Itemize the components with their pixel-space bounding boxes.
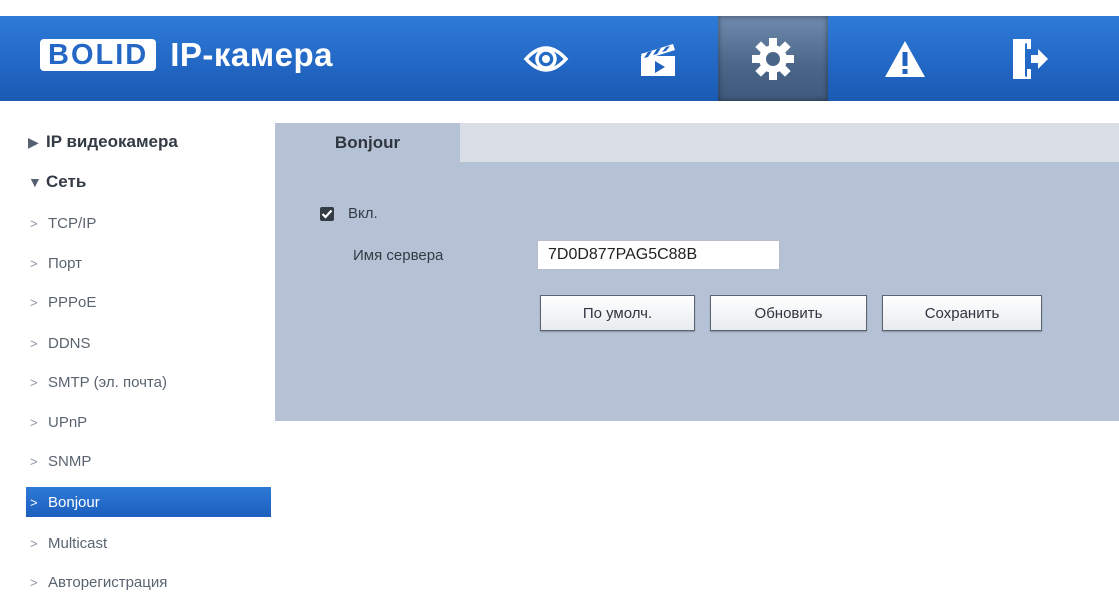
chevron-right-icon: > bbox=[30, 414, 38, 430]
enable-checkbox[interactable]: Вкл. bbox=[320, 205, 378, 222]
main-content: Bonjour Вкл. Имя сервера По умолч. Обнов… bbox=[273, 101, 1119, 599]
chevron-right-icon: > bbox=[30, 453, 38, 469]
clapperboard-icon bbox=[641, 43, 675, 76]
refresh-button[interactable]: Обновить bbox=[710, 295, 867, 331]
chevron-right-icon: > bbox=[30, 215, 38, 231]
settings-panel: Вкл. Имя сервера По умолч. Обновить Сохр… bbox=[275, 162, 1119, 421]
chevron-right-icon: > bbox=[30, 374, 38, 390]
sidebar-item-label: SMTP (эл. почта) bbox=[48, 373, 167, 391]
enable-label: Вкл. bbox=[348, 205, 378, 222]
sidebar-item-label: Авторегистрация bbox=[48, 573, 168, 591]
expanded-triangle-icon: ▼ bbox=[28, 174, 42, 190]
sidebar-item-label: SNMP bbox=[48, 452, 92, 470]
collapsed-triangle-icon: ▶ bbox=[28, 133, 39, 150]
default-button[interactable]: По умолч. bbox=[540, 295, 695, 331]
sidebar-item-multicast[interactable]: > Multicast bbox=[28, 528, 273, 558]
server-name-input[interactable] bbox=[537, 240, 780, 270]
sidebar-group-camera[interactable]: ▶ IP видеокамера bbox=[28, 127, 273, 157]
header: BOLID IP-камера bbox=[0, 0, 1119, 101]
sidebar-item-upnp[interactable]: > UPnP bbox=[28, 407, 273, 437]
sidebar-group-label: IP видеокамера bbox=[46, 132, 178, 151]
sidebar-item-tcpip[interactable]: > TCP/IP bbox=[28, 208, 273, 238]
tab-strip: Bonjour bbox=[275, 123, 1119, 162]
server-name-label: Имя сервера bbox=[353, 247, 444, 264]
live-view-button[interactable] bbox=[496, 16, 596, 101]
chevron-right-icon: > bbox=[30, 494, 38, 510]
sidebar-item-pppoe[interactable]: > PPPoE bbox=[28, 287, 273, 317]
warning-icon bbox=[885, 40, 925, 77]
chevron-right-icon: > bbox=[30, 335, 38, 351]
alarm-button[interactable] bbox=[855, 16, 955, 101]
eye-icon bbox=[523, 45, 569, 72]
logout-icon bbox=[1013, 38, 1048, 79]
chevron-right-icon: > bbox=[30, 574, 38, 590]
sidebar-item-ddns[interactable]: > DDNS bbox=[28, 328, 273, 358]
sidebar-item-bonjour[interactable]: > Bonjour bbox=[26, 487, 271, 517]
logo-brand: BOLID bbox=[40, 39, 157, 71]
sidebar-item-snmp[interactable]: > SNMP bbox=[28, 446, 273, 476]
sidebar-item-label: Bonjour bbox=[48, 493, 100, 511]
logout-button[interactable] bbox=[979, 16, 1079, 101]
sidebar-item-smtp[interactable]: > SMTP (эл. почта) bbox=[28, 367, 273, 397]
sidebar-item-label: UPnP bbox=[48, 413, 88, 431]
tab-bonjour[interactable]: Bonjour bbox=[275, 123, 460, 162]
logo: BOLID IP-камера bbox=[40, 36, 334, 73]
checkmark-icon bbox=[320, 206, 334, 221]
sidebar-item-label: Multicast bbox=[48, 534, 108, 552]
sidebar-item-port[interactable]: > Порт bbox=[28, 248, 273, 278]
settings-button[interactable] bbox=[718, 16, 828, 101]
save-button[interactable]: Сохранить bbox=[882, 295, 1042, 331]
sidebar-group-network[interactable]: ▼ Сеть bbox=[28, 167, 273, 197]
sidebar-item-autoregistration[interactable]: > Авторегистрация bbox=[28, 567, 273, 597]
logo-title: IP-камера bbox=[170, 36, 334, 73]
sidebar-item-label: DDNS bbox=[48, 334, 91, 352]
sidebar-item-label: PPPoE bbox=[48, 293, 97, 311]
sidebar: ▶ IP видеокамера ▼ Сеть > TCP/IP > Порт … bbox=[0, 101, 273, 599]
gear-icon bbox=[752, 37, 794, 80]
chevron-right-icon: > bbox=[30, 535, 38, 551]
sidebar-item-label: Порт bbox=[48, 254, 83, 272]
chevron-right-icon: > bbox=[30, 255, 38, 271]
chevron-right-icon: > bbox=[30, 294, 38, 310]
sidebar-item-label: TCP/IP bbox=[48, 214, 97, 232]
sidebar-group-label: Сеть bbox=[46, 172, 87, 191]
playback-button[interactable] bbox=[608, 16, 708, 101]
